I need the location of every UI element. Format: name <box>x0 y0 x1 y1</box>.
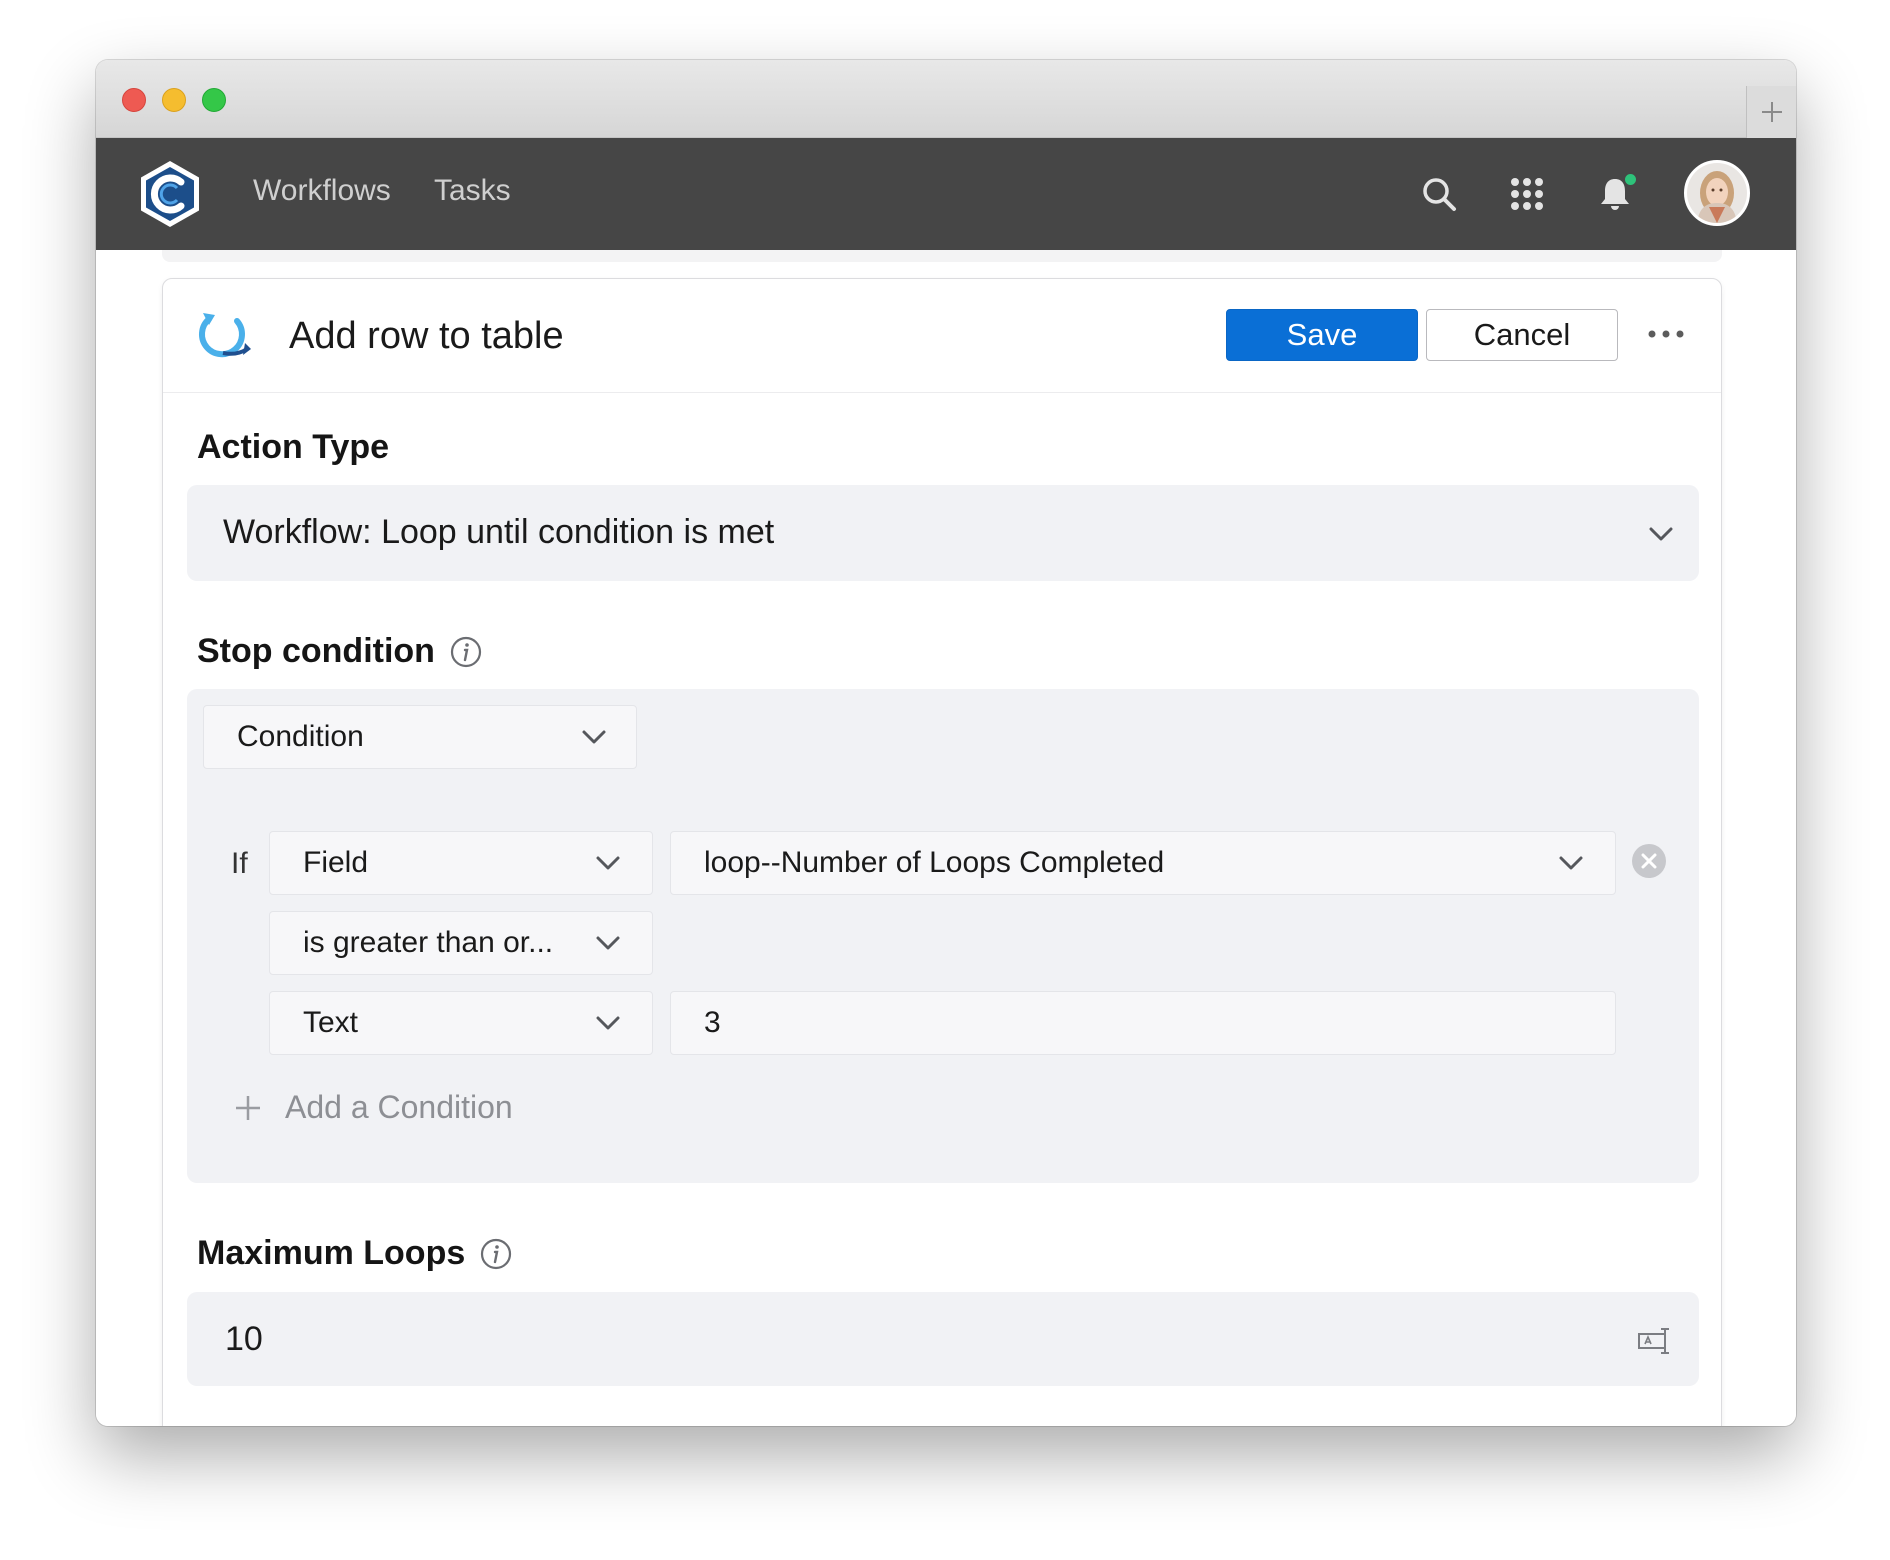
stop-condition-panel: Condition If Field loop--Number of Loops… <box>187 689 1699 1183</box>
loop-action-icon <box>199 313 251 358</box>
avatar[interactable] <box>1684 160 1750 226</box>
condition-group-select[interactable]: Condition <box>203 705 637 769</box>
maximum-loops-value: 10 <box>225 1320 263 1358</box>
action-type-value: Workflow: Loop until condition is met <box>223 513 775 551</box>
notification-dot <box>1623 172 1638 187</box>
nav-link-workflows[interactable]: Workflows <box>253 174 391 208</box>
operator-value: is greater than or... <box>303 926 554 959</box>
avatar-image <box>1687 163 1747 223</box>
action-type-heading: Action Type <box>197 428 389 467</box>
more-icon <box>1648 330 1684 338</box>
chevron-down-icon <box>596 856 620 870</box>
cancel-button[interactable]: Cancel <box>1426 309 1618 361</box>
left-operand-type-select[interactable]: Field <box>269 831 653 895</box>
maximum-loops-input[interactable]: 10 <box>187 1292 1699 1386</box>
stop-condition-label: Stop condition <box>197 632 435 670</box>
left-operand-field-value: loop--Number of Loops Completed <box>704 846 1165 879</box>
info-icon[interactable] <box>479 1237 513 1271</box>
maximum-loops-label: Maximum Loops <box>197 1234 466 1272</box>
action-type-label: Action Type <box>197 428 390 466</box>
title-bar <box>96 60 1796 138</box>
plus-icon <box>1761 102 1782 122</box>
card-header: Add row to table Save Cancel <box>163 279 1721 393</box>
info-icon[interactable] <box>449 635 483 669</box>
maximum-loops-heading: Maximum Loops <box>197 1234 513 1273</box>
save-button[interactable]: Save <box>1226 309 1418 361</box>
right-operand-value-input[interactable]: 3 <box>670 991 1616 1055</box>
top-navbar: Workflows Tasks <box>96 138 1796 250</box>
condition-group-value: Condition <box>237 720 364 753</box>
previous-card-edge <box>162 250 1722 262</box>
more-options-button[interactable] <box>1641 319 1691 349</box>
new-tab-button[interactable] <box>1746 86 1796 138</box>
action-type-select[interactable]: Workflow: Loop until condition is met <box>187 485 1699 581</box>
right-operand-type-value: Text <box>303 1006 359 1039</box>
plus-icon <box>236 1095 260 1120</box>
left-operand-type-value: Field <box>303 846 369 879</box>
browser-window: Workflows Tasks Add row to table Save Ca… <box>96 60 1796 1426</box>
maximize-window-button[interactable] <box>202 88 226 112</box>
nav-link-tasks[interactable]: Tasks <box>434 174 511 208</box>
close-window-button[interactable] <box>122 88 146 112</box>
main-content: Add row to table Save Cancel Action Type… <box>96 250 1796 1426</box>
close-circle-icon[interactable] <box>1631 843 1667 879</box>
left-operand-field-select[interactable]: loop--Number of Loops Completed <box>670 831 1616 895</box>
minimize-window-button[interactable] <box>162 88 186 112</box>
if-label: If <box>231 847 248 880</box>
add-condition-label: Add a Condition <box>285 1089 513 1125</box>
chevron-down-icon <box>596 936 620 950</box>
chevron-down-icon <box>1559 856 1583 870</box>
add-condition-button[interactable]: Add a Condition <box>233 1089 513 1126</box>
search-icon[interactable] <box>1419 174 1459 214</box>
apps-grid-icon[interactable] <box>1507 174 1547 214</box>
right-operand-type-select[interactable]: Text <box>269 991 653 1055</box>
card-title: Add row to table <box>289 315 564 357</box>
chevron-down-icon <box>596 1016 620 1030</box>
chevron-down-icon <box>1649 527 1673 541</box>
stop-condition-heading: Stop condition <box>197 632 483 671</box>
action-editor-card: Add row to table Save Cancel Action Type… <box>162 278 1722 1426</box>
chevron-down-icon <box>582 730 606 744</box>
right-operand-value: 3 <box>704 1006 721 1039</box>
app-logo-icon[interactable] <box>134 158 206 230</box>
operator-select[interactable]: is greater than or... <box>269 911 653 975</box>
text-field-icon[interactable] <box>1637 1326 1673 1356</box>
